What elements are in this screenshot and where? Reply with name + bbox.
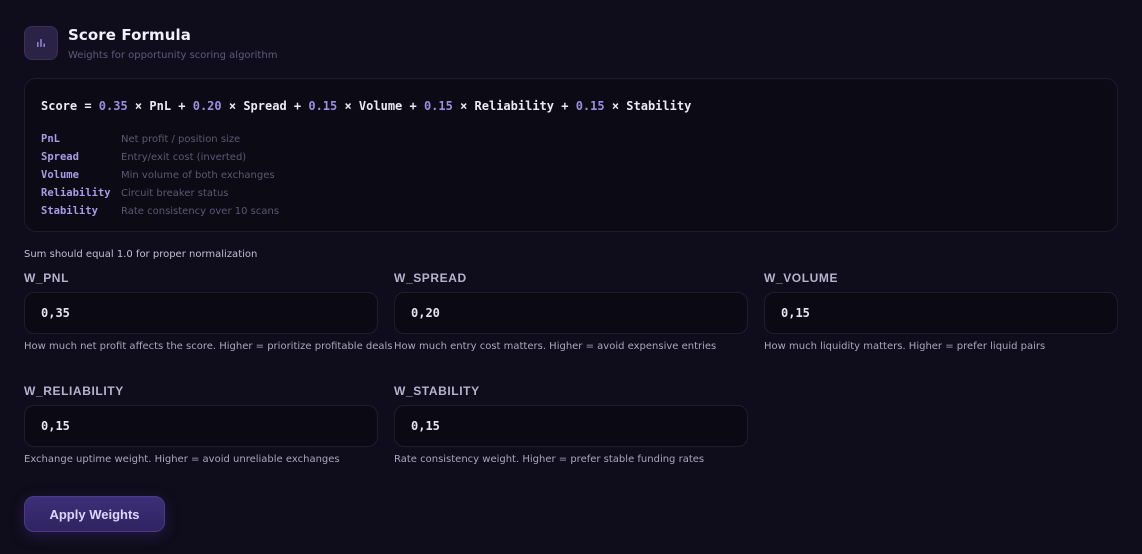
formula-expression: Score = 0.35 × PnL + 0.20 × Spread + 0.1… (41, 98, 1101, 114)
field-w-spread: W_SPREAD How much entry cost matters. Hi… (394, 271, 748, 384)
sum-note: Sum should equal 1.0 for proper normaliz… (24, 249, 258, 260)
formula-weight-reliability: 0.15 (423, 99, 453, 113)
formula-part: Score = (41, 99, 99, 113)
apply-weights-button[interactable]: Apply Weights (24, 496, 165, 532)
field-help: How much net profit affects the score. H… (24, 341, 393, 352)
weights-grid: W_PNL How much net profit affects the sc… (24, 271, 1118, 497)
definition-desc: Entry/exit cost (inverted) (121, 151, 247, 163)
formula-part: × PnL + (127, 99, 193, 113)
field-label: W_STABILITY (394, 384, 480, 398)
field-label: W_RELIABILITY (24, 384, 124, 398)
definition-row: Volume Min volume of both exchanges (41, 166, 1101, 184)
definition-term: Reliability (41, 187, 111, 199)
page-subtitle: Weights for opportunity scoring algorith… (68, 50, 278, 61)
field-label: W_PNL (24, 271, 69, 285)
field-w-volume: W_VOLUME How much liquidity matters. Hig… (764, 271, 1118, 384)
formula-weight-pnl: 0.35 (98, 99, 128, 113)
page-title: Score Formula (68, 26, 192, 44)
score-formula-panel: Score Formula Weights for opportunity sc… (0, 0, 1142, 554)
w-spread-input[interactable] (394, 292, 748, 334)
formula-part: × Stability (604, 99, 692, 113)
w-stability-input[interactable] (394, 405, 748, 447)
definition-desc: Net profit / position size (121, 133, 241, 145)
field-help: How much entry cost matters. Higher = av… (394, 341, 717, 352)
definition-row: Stability Rate consistency over 10 scans (41, 202, 1101, 220)
field-label: W_SPREAD (394, 271, 467, 285)
definition-term: Spread (41, 151, 79, 163)
field-w-pnl: W_PNL How much net profit affects the sc… (24, 271, 393, 384)
w-volume-input[interactable] (764, 292, 1118, 334)
formula-box: Score = 0.35 × PnL + 0.20 × Spread + 0.1… (24, 78, 1118, 232)
formula-definitions: PnL Net profit / position size Spread En… (41, 130, 1101, 220)
formula-part: × Spread + (221, 99, 309, 113)
w-reliability-input[interactable] (24, 405, 378, 447)
panel-header: Score Formula Weights for opportunity sc… (24, 24, 1118, 64)
formula-weight-stability: 0.15 (575, 99, 605, 113)
field-help: Rate consistency weight. Higher = prefer… (394, 454, 705, 465)
definition-term: Volume (41, 169, 79, 181)
field-w-reliability: W_RELIABILITY Exchange uptime weight. Hi… (24, 384, 378, 497)
formula-part: × Reliability + (452, 99, 576, 113)
field-w-stability: W_STABILITY Rate consistency weight. Hig… (394, 384, 748, 497)
definition-row: PnL Net profit / position size (41, 130, 1101, 148)
definition-term: Stability (41, 205, 98, 217)
definition-row: Spread Entry/exit cost (inverted) (41, 148, 1101, 166)
formula-weight-spread: 0.20 (192, 99, 222, 113)
definition-term: PnL (41, 133, 60, 145)
definition-desc: Circuit breaker status (121, 187, 229, 199)
field-label: W_VOLUME (764, 271, 839, 285)
bar-chart-icon (24, 26, 58, 60)
definition-desc: Rate consistency over 10 scans (121, 205, 280, 217)
formula-part: × Volume + (337, 99, 424, 113)
formula-weight-volume: 0.15 (308, 99, 338, 113)
field-help: Exchange uptime weight. Higher = avoid u… (24, 454, 340, 465)
w-pnl-input[interactable] (24, 292, 378, 334)
definition-desc: Min volume of both exchanges (121, 169, 275, 181)
field-help: How much liquidity matters. Higher = pre… (764, 341, 1046, 352)
definition-row: Reliability Circuit breaker status (41, 184, 1101, 202)
